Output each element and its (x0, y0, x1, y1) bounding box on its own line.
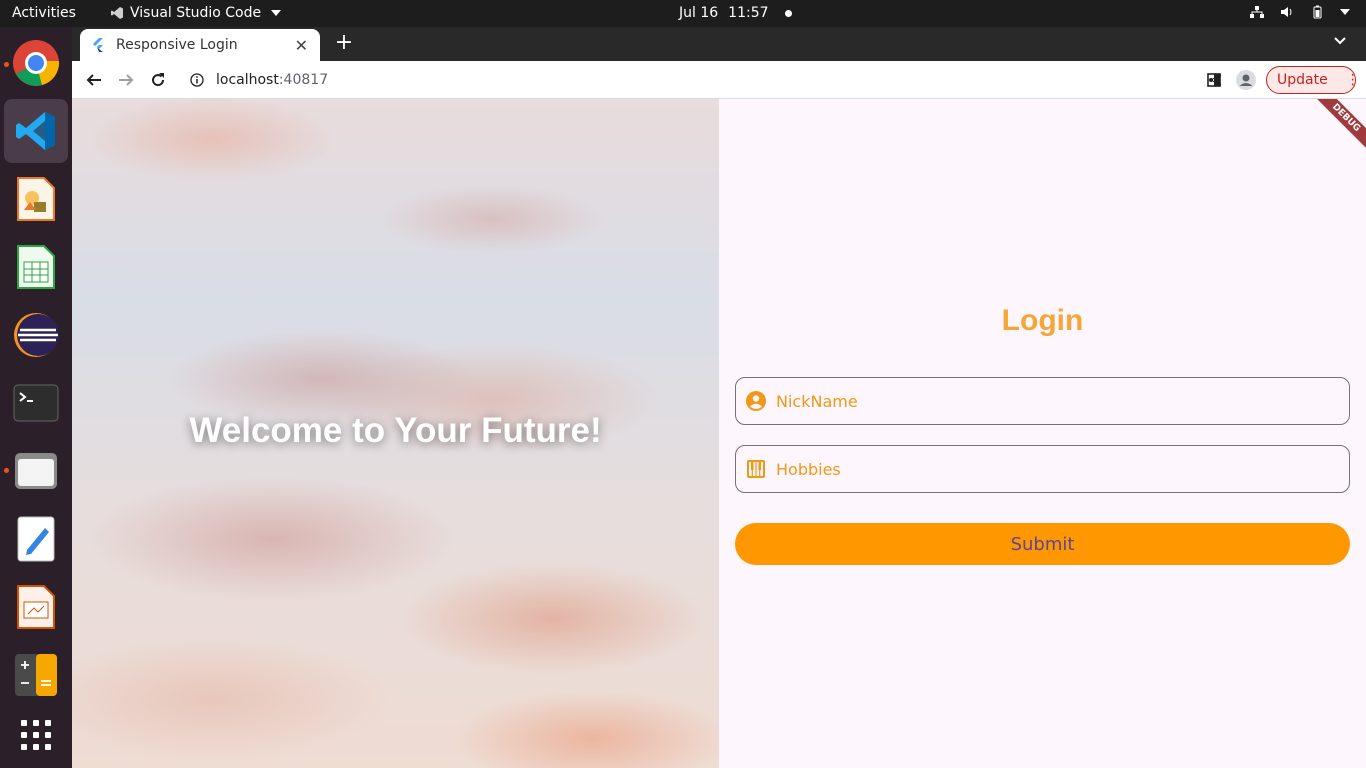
tab-strip: Responsive Login ✕ + (72, 27, 1366, 61)
text-editor-icon (17, 516, 55, 562)
tab-close-icon[interactable]: ✕ (295, 36, 308, 55)
dock-calculator[interactable] (4, 643, 68, 707)
system-tray[interactable] (1250, 5, 1350, 19)
login-panel: DEBUG Login NickName Hobbies Submit (719, 99, 1366, 768)
dock-chrome[interactable] (4, 31, 68, 95)
chevron-down-icon (271, 10, 282, 16)
flutter-icon (93, 38, 103, 52)
dock-vscode[interactable] (4, 99, 68, 163)
clock-time: 11:57 (728, 5, 769, 21)
app-menu[interactable]: Visual Studio Code (110, 5, 282, 21)
back-arrow-icon (86, 74, 101, 86)
hobbies-placeholder: Hobbies (776, 459, 841, 479)
reload-button[interactable] (146, 68, 170, 92)
spreadsheet-icon (17, 245, 55, 289)
back-button[interactable] (82, 68, 106, 92)
hobbies-field[interactable]: Hobbies (735, 445, 1350, 493)
dock-eclipse[interactable] (4, 303, 68, 367)
activities-button[interactable]: Activities (12, 5, 76, 21)
presentation-icon (17, 585, 55, 629)
tab-responsive-login[interactable]: Responsive Login ✕ (80, 29, 320, 61)
forward-button[interactable] (114, 68, 138, 92)
chevron-down-icon (1340, 9, 1350, 15)
update-label: Update (1277, 72, 1328, 88)
dock-terminal[interactable] (4, 371, 68, 435)
dock-presentation[interactable] (4, 575, 68, 639)
dock-spreadsheet[interactable] (4, 235, 68, 299)
info-icon (190, 73, 204, 87)
terminal-icon (13, 384, 59, 422)
tab-search-chevron-icon[interactable] (1334, 35, 1346, 47)
nickname-placeholder: NickName (776, 391, 858, 411)
dock-text-editor[interactable] (4, 507, 68, 571)
login-title: Login (1001, 304, 1084, 337)
page-content: Welcome to Your Future! DEBUG Login Nick… (72, 99, 1366, 768)
update-button[interactable]: Update ⋮ (1266, 66, 1360, 94)
profile-button[interactable] (1234, 68, 1258, 92)
browser-toolbar: localhost:40817 Update ⋮ (72, 61, 1366, 99)
submit-button[interactable]: Submit (735, 523, 1350, 565)
avatar-icon (1236, 70, 1256, 90)
eclipse-icon (14, 313, 59, 357)
forward-arrow-icon (119, 74, 134, 86)
dock-draw[interactable] (4, 167, 68, 231)
piano-icon (747, 460, 765, 478)
app-grid-icon (21, 720, 51, 750)
side-panel-button[interactable] (1202, 68, 1226, 92)
network-icon (1250, 6, 1264, 18)
volume-icon (1281, 7, 1292, 17)
nickname-field[interactable]: NickName (735, 377, 1350, 425)
tab-title: Responsive Login (116, 37, 238, 53)
hero-title: Welcome to Your Future! (189, 411, 602, 450)
chrome-icon (13, 40, 60, 86)
vscode-icon (16, 112, 55, 150)
browser-window: Responsive Login ✕ + localhost:40817 Upd (72, 27, 1366, 768)
side-panel-icon (1207, 73, 1221, 87)
dock (0, 27, 72, 768)
app-menu-label: Visual Studio Code (130, 5, 262, 21)
account-circle-icon (746, 391, 766, 411)
address-bar[interactable]: localhost:40817 (180, 65, 1266, 95)
vscode-small-icon (111, 7, 123, 19)
clock[interactable]: Jul 16 11:57 (679, 5, 792, 21)
more-menu-icon: ⋮ (1345, 72, 1360, 88)
battery-icon (1313, 5, 1322, 19)
new-tab-button[interactable]: + (332, 32, 356, 56)
dock-files[interactable] (4, 439, 68, 503)
system-top-bar: Activities Visual Studio Code Jul 16 11:… (0, 0, 1366, 27)
url-host: localhost (216, 72, 279, 88)
draw-icon (17, 177, 55, 221)
dock-show-apps[interactable] (4, 703, 68, 767)
url-port: :40817 (278, 72, 329, 88)
hero-image: Welcome to Your Future! (72, 99, 719, 768)
clock-date: Jul 16 (679, 5, 719, 21)
notification-dot-icon (784, 9, 792, 17)
reload-icon (152, 73, 165, 87)
calculator-icon (15, 654, 57, 696)
files-icon (15, 453, 57, 489)
debug-banner: DEBUG (1305, 99, 1366, 159)
